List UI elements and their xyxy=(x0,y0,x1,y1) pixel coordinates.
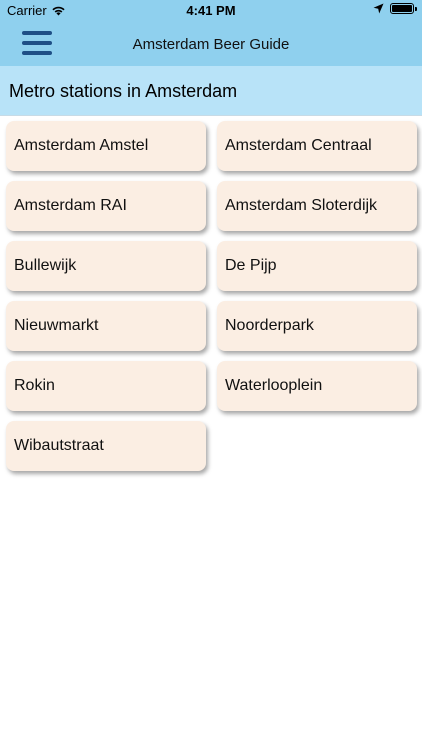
navigation-bar: Carrier 4:41 PM Amsterdam Beer Guide xyxy=(0,0,422,66)
hamburger-menu-icon xyxy=(22,31,52,35)
section-header: Metro stations in Amsterdam xyxy=(0,66,422,116)
station-grid: Amsterdam Amstel Amsterdam Centraal Amst… xyxy=(6,121,418,471)
section-title: Metro stations in Amsterdam xyxy=(9,81,238,101)
station-button-wibautstraat[interactable]: Wibautstraat xyxy=(6,421,206,471)
station-button-amsterdam-rai[interactable]: Amsterdam RAI xyxy=(6,181,206,231)
station-button-amsterdam-centraal[interactable]: Amsterdam Centraal xyxy=(217,121,417,171)
clock: 4:41 PM xyxy=(186,3,236,18)
status-bar: Carrier 4:41 PM xyxy=(0,0,422,22)
station-button-amsterdam-sloterdijk[interactable]: Amsterdam Sloterdijk xyxy=(217,181,417,231)
station-button-de-pijp[interactable]: De Pijp xyxy=(217,241,417,291)
station-button-waterlooplein[interactable]: Waterlooplein xyxy=(217,361,417,411)
app-title: Amsterdam Beer Guide xyxy=(132,36,290,53)
status-right-group xyxy=(373,3,417,14)
station-button-bullewijk[interactable]: Bullewijk xyxy=(6,241,206,291)
location-arrow-icon xyxy=(373,3,384,14)
station-button-rokin[interactable]: Rokin xyxy=(6,361,206,411)
station-button-amsterdam-amstel[interactable]: Amsterdam Amstel xyxy=(6,121,206,171)
battery-icon xyxy=(390,3,417,14)
station-button-noorderpark[interactable]: Noorderpark xyxy=(217,301,417,351)
station-button-nieuwmarkt[interactable]: Nieuwmarkt xyxy=(6,301,206,351)
